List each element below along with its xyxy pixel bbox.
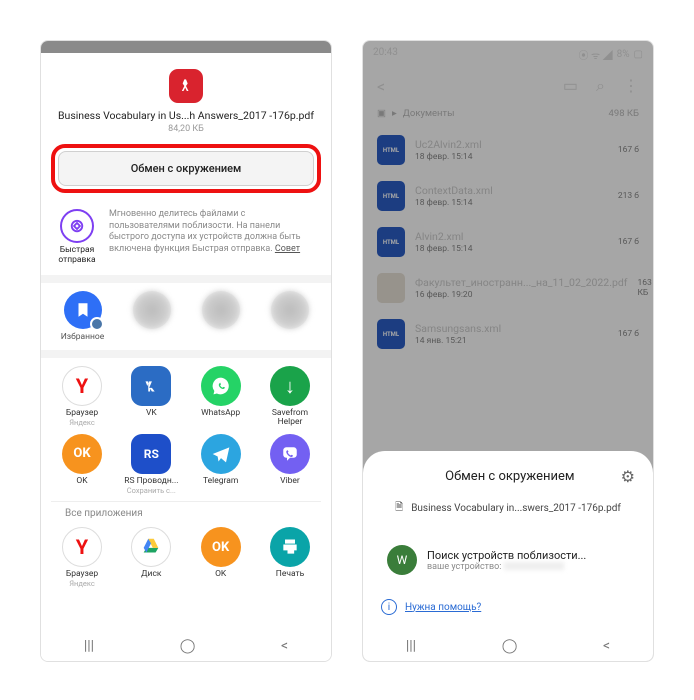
device-name-blur	[504, 562, 564, 570]
app-ok-2[interactable]: OKOK	[190, 527, 252, 588]
nav-recents-icon[interactable]: |||	[406, 638, 416, 654]
app-vk[interactable]: VK	[120, 366, 182, 428]
help-link[interactable]: Нужна помощь?	[405, 602, 481, 613]
apps-grid: YБраузерЯндекс VK WhatsApp ↓Savefrom Hel…	[41, 358, 331, 598]
nav-back-icon[interactable]: <	[281, 638, 288, 654]
app-rs-explorer[interactable]: RSRS Проводн...Сохранить с...	[120, 434, 182, 495]
share-sheet: Business Vocabulary in Us...h Answers_20…	[41, 53, 331, 598]
quick-share-row: Быстрая отправка Мгновенно делитесь файл…	[41, 203, 331, 283]
favorite-contact-blur[interactable]	[120, 291, 183, 342]
vk-badge-icon	[90, 317, 104, 331]
app-viber[interactable]: Viber	[259, 434, 321, 495]
file-name: Business Vocabulary in Us...h Answers_20…	[55, 109, 317, 122]
savefrom-icon: ↓	[270, 366, 310, 406]
quick-share-tip-link[interactable]: Совет	[275, 244, 300, 254]
file-header: Business Vocabulary in Us...h Answers_20…	[41, 63, 331, 140]
nav-home-icon[interactable]: ◯	[502, 638, 518, 654]
phone-left-share-sheet: Business Vocabulary in Us...h Answers_20…	[40, 40, 332, 662]
nearby-share-button[interactable]: Обмен с окружением	[58, 151, 314, 186]
nearby-share-button-highlight: Обмен с окружением	[51, 144, 321, 193]
app-telegram[interactable]: Telegram	[190, 434, 252, 495]
favorite-contact-blur[interactable]	[258, 291, 321, 342]
telegram-icon	[201, 434, 241, 474]
favorites-row: Избранное	[41, 283, 331, 358]
vk-icon	[131, 366, 171, 406]
app-ok[interactable]: OKOK	[51, 434, 113, 495]
app-savefrom[interactable]: ↓Savefrom Helper	[259, 366, 321, 428]
viber-icon	[270, 434, 310, 474]
android-navbar: ||| ◯ <	[41, 631, 331, 661]
bookmark-icon	[64, 291, 102, 329]
bottom-sheet-file: 🗎 Business Vocabulary in...swers_2017 -1…	[363, 496, 653, 529]
app-whatsapp[interactable]: WhatsApp	[190, 366, 252, 428]
all-apps-header: Все приложения	[51, 501, 321, 527]
android-navbar: ||| ◯ <	[363, 631, 653, 661]
app-print[interactable]: Печать	[259, 527, 321, 588]
ok-icon: OK	[62, 434, 102, 474]
ok-icon: OK	[201, 527, 241, 567]
dimmed-statusbar	[41, 41, 331, 53]
info-icon: i	[381, 599, 397, 615]
favorite-contact-blur[interactable]	[189, 291, 252, 342]
favorites-label: Избранное	[61, 332, 105, 342]
app-yandex-browser[interactable]: YБраузерЯндекс	[51, 366, 113, 428]
quick-share-desc: Мгновенно делитесь файлами с пользовател…	[109, 209, 317, 256]
printer-icon	[270, 527, 310, 567]
nav-back-icon[interactable]: <	[603, 638, 610, 654]
nearby-bottom-sheet: Обмен с окружением ⚙ 🗎 Business Vocabula…	[363, 451, 653, 631]
search-status: Поиск устройств поблизости...	[427, 549, 586, 562]
nav-recents-icon[interactable]: |||	[84, 638, 94, 654]
pdf-icon	[169, 69, 203, 103]
app-yandex-browser-2[interactable]: YБраузерЯндекс	[51, 527, 113, 588]
nav-home-icon[interactable]: ◯	[180, 638, 196, 654]
favorites-bookmark[interactable]: Избранное	[51, 291, 114, 342]
whatsapp-icon	[201, 366, 241, 406]
user-avatar: W	[387, 545, 417, 575]
app-google-drive[interactable]: Диск	[120, 527, 182, 588]
help-row: i Нужна помощь?	[363, 591, 653, 623]
quick-share-label: Быстрая отправка	[55, 245, 99, 265]
drive-icon	[131, 527, 171, 567]
device-search: W Поиск устройств поблизости... ваше уст…	[363, 529, 653, 591]
phone-right-files: 20:43 ⦿ ᯤ ◢8%▢ < ▭ ⌕ ⋮ ▣ ▸ Документы 498…	[362, 40, 654, 662]
gear-icon[interactable]: ⚙	[621, 467, 635, 486]
yandex-icon: Y	[62, 366, 102, 406]
quick-share-icon[interactable]	[60, 209, 94, 243]
nearby-highlight: Обмен с окружением	[41, 140, 331, 203]
bottom-sheet-title: Обмен с окружением	[399, 469, 621, 484]
your-device: ваше устройство:	[427, 562, 586, 572]
yandex-icon: Y	[62, 527, 102, 567]
file-size: 84,20 КБ	[55, 124, 317, 134]
rs-icon: RS	[131, 434, 171, 474]
document-icon: 🗎	[395, 500, 403, 517]
